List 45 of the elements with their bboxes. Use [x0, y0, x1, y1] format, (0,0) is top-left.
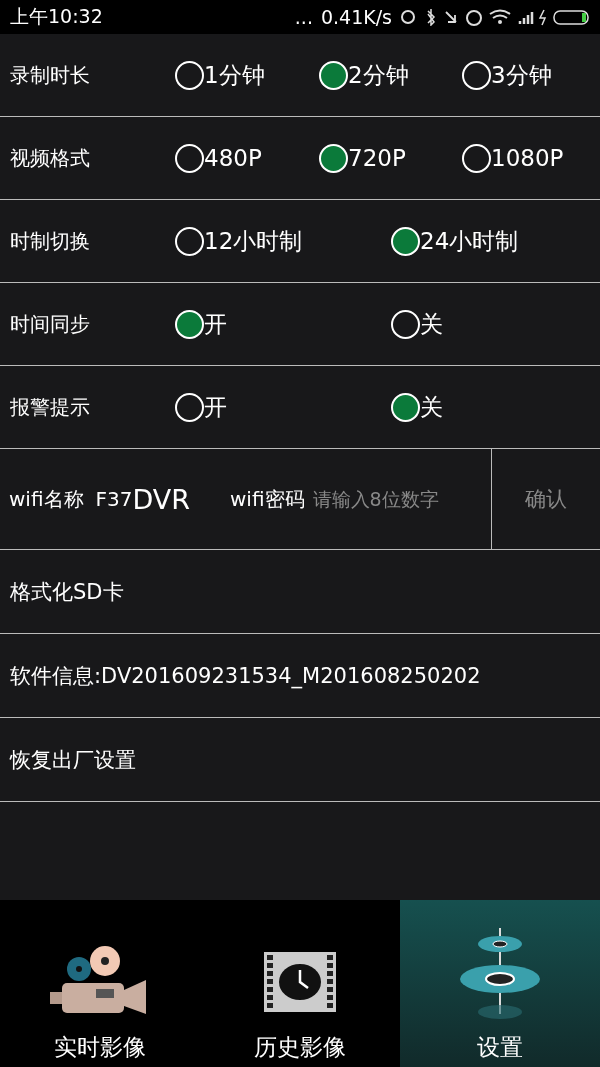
clock-time: 上午10:32: [10, 4, 103, 29]
wifi-name-prefix: F37: [95, 487, 133, 511]
more-indicator: ...: [294, 6, 313, 28]
radio-button[interactable]: [319, 143, 348, 173]
radio-button[interactable]: [391, 226, 420, 256]
settings-item[interactable]: 格式化SD卡: [0, 550, 600, 634]
radio-button[interactable]: [462, 143, 491, 173]
radio-button[interactable]: [175, 309, 204, 339]
option-label: 开: [204, 309, 227, 339]
wifi-name-value: DVR: [132, 483, 190, 515]
option-label: 480P: [204, 145, 262, 171]
radio-button[interactable]: [175, 143, 204, 173]
option-label: 关: [420, 392, 443, 422]
radio-button[interactable]: [391, 309, 420, 339]
settings-item[interactable]: 恢复出厂设置: [0, 718, 600, 802]
tab-label: 实时影像: [54, 1033, 146, 1062]
option-label: 720P: [348, 145, 406, 171]
setting-label: 时间同步: [10, 310, 91, 338]
option-label: 24小时制: [420, 226, 519, 256]
option-label: 1分钟: [204, 60, 265, 90]
setting-label: 时制切换: [10, 227, 91, 255]
nav-tab[interactable]: 设置: [400, 900, 600, 1067]
option-label: 3分钟: [491, 60, 552, 90]
radio-button[interactable]: [175, 60, 204, 90]
confirm-button[interactable]: 确认: [492, 449, 600, 549]
password-field[interactable]: 请输入8位数字: [312, 488, 473, 510]
tab-label: 历史影像: [254, 1033, 346, 1062]
network-speed: 0.41K/s: [320, 6, 392, 28]
option-label: 12小时制: [204, 226, 303, 256]
option-label: 2分钟: [348, 60, 409, 90]
setting-label: 视频格式: [10, 144, 91, 172]
wifi-password-label: wifi密码: [230, 485, 305, 513]
radio-button[interactable]: [391, 392, 420, 422]
option-label: 1080P: [491, 145, 564, 171]
radio-button[interactable]: [175, 226, 204, 256]
settings-item[interactable]: 软件信息:DV201609231534_M201608250202: [0, 634, 600, 718]
radio-button[interactable]: [462, 60, 491, 90]
setting-label: 报警提示: [10, 393, 91, 421]
option-label: 关: [420, 309, 443, 339]
setting-label: 录制时长: [10, 61, 91, 89]
wifi-name-label: wifi名称: [9, 485, 84, 513]
option-label: 开: [204, 392, 227, 422]
radio-button[interactable]: [175, 392, 204, 422]
tab-label: 设置: [477, 1033, 523, 1062]
radio-button[interactable]: [319, 60, 348, 90]
